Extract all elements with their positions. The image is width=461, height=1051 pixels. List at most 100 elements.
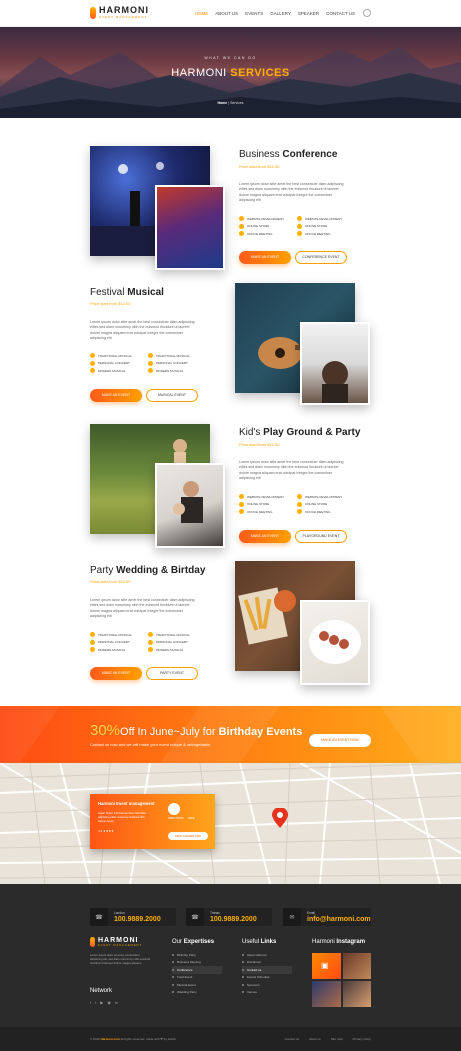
instagram-photo[interactable] — [312, 981, 341, 1007]
bottom-link-sitemap[interactable]: Site map — [331, 1037, 343, 1041]
contact-label: Tronas — [210, 911, 220, 915]
footer-link[interactable]: Conference — [172, 966, 222, 974]
footer-logo[interactable]: HARMONI EVENT MANAGEMENT — [90, 937, 142, 947]
service-description: Lorem ipsum dolor sitte amet the best co… — [239, 460, 344, 480]
copyright-text: all rights reserved, made with ❤ by Jaco… — [120, 1037, 176, 1041]
feature-label: OFFICE MEETING — [247, 509, 273, 514]
check-icon — [90, 368, 95, 373]
make-event-now-button[interactable]: MAKE AN EVENT NOW — [309, 734, 371, 747]
social-links: f t ▶ ◉ in — [90, 1000, 118, 1005]
nav-about[interactable]: ABOUT US — [215, 11, 238, 16]
footer-link[interactable]: Wedding Party — [172, 989, 222, 997]
location-map[interactable] — [0, 763, 461, 884]
directions-link[interactable]: DIRECTIONS — [168, 817, 183, 820]
bottom-link-about[interactable]: About us — [309, 1037, 321, 1041]
family-photo-inset — [155, 463, 225, 548]
musical-event-button[interactable]: MUSICAL EVENT — [146, 389, 198, 402]
link-label: Venues — [247, 990, 258, 995]
check-icon — [297, 216, 302, 221]
directions-icon[interactable] — [168, 803, 180, 815]
footer-link[interactable]: Food Event — [172, 974, 222, 982]
footer-link[interactable]: Venues — [242, 989, 292, 997]
youtube-icon[interactable]: ▶ — [100, 1000, 103, 1005]
instagram-photo[interactable]: ▣ — [312, 953, 341, 979]
check-icon — [148, 632, 153, 637]
useful-links-list: About Harmoni Disclaimer Contact us Even… — [242, 951, 292, 996]
footer-link[interactable]: Events Schedule — [242, 974, 292, 982]
nav-speaker[interactable]: SPEAKER — [298, 11, 319, 16]
footer-link[interactable]: About Harmoni — [242, 951, 292, 959]
conference-event-button[interactable]: CONFERENCE EVENT — [295, 251, 347, 264]
make-event-button[interactable]: MAKE AN EVENT — [239, 530, 291, 543]
footer-link[interactable]: Musical Event — [172, 981, 222, 989]
bottom-links: Contact us About us Site map Privacy pol… — [285, 1037, 371, 1041]
feature-label: MODERN MUSICAL — [156, 368, 184, 373]
bottom-link-contact[interactable]: Contact us — [285, 1037, 299, 1041]
instagram-icon[interactable]: ◉ — [107, 1000, 111, 1005]
copyright: © 2018 Harmoni.com all rights reserved, … — [90, 1037, 176, 1041]
footer-link[interactable]: Business Meeting — [172, 959, 222, 967]
bottom-link-privacy[interactable]: Privacy policy — [353, 1037, 371, 1041]
footer-link[interactable]: Disclaimer — [242, 959, 292, 967]
bullet-icon — [172, 953, 174, 956]
feature-item: WEBSITE DEVELOPMENT — [297, 216, 355, 221]
breadcrumb-home[interactable]: Home — [217, 101, 227, 105]
title-bold: SERVICES — [230, 67, 290, 79]
contact-london: ☎ London 100.9889.2000 — [90, 908, 176, 926]
hero-kicker: WHAT WE CAN DO — [204, 56, 257, 60]
page-title: HARMONI SERVICES — [0, 67, 461, 79]
mail-icon: ✉ — [283, 908, 301, 926]
microphone-icon — [90, 937, 95, 947]
playground-event-button[interactable]: PLAYGROUND EVENT — [295, 530, 347, 543]
title-bold: Wedding & Birtday — [116, 565, 206, 576]
link-label: Sponsors — [247, 982, 260, 987]
bullet-icon — [242, 968, 244, 971]
facebook-icon[interactable]: f — [90, 1000, 91, 1005]
search-icon[interactable] — [363, 9, 371, 17]
feature-label: TRADITIONAL MUSICAL — [156, 632, 190, 637]
instagram-photo[interactable] — [342, 981, 371, 1007]
contact-value[interactable]: 100.9889.2000 — [210, 916, 257, 923]
contact-value[interactable]: info@harmoni.com — [307, 916, 371, 923]
linkedin-icon[interactable]: in — [115, 1000, 118, 1005]
contact-email: ✉ Email info@harmoni.com — [283, 908, 371, 926]
brand-name: HARMONI — [98, 937, 139, 944]
feature-list: WEBSITE DEVELOPMENT WEBSITE DEVELOPMENT … — [239, 494, 355, 514]
site-header: HARMONI EVENT MANAGEMENT HOME ABOUT US E… — [0, 0, 461, 27]
party-event-button[interactable]: PARTY EVENT — [146, 667, 198, 680]
feature-label: WEBSITE DEVELOPMENT — [247, 494, 285, 499]
feature-label: WEBSITE DEVELOPMENT — [247, 216, 285, 221]
expertise-title: Our Expertises — [172, 939, 214, 945]
brand-logo[interactable]: HARMONI EVENT MANAGEMENT — [90, 6, 149, 19]
contact-label: London — [114, 911, 125, 915]
contact-value[interactable]: 100.9889.2000 — [114, 916, 161, 923]
view-larger-map-button[interactable]: VIEW LARGER MAP — [168, 832, 208, 840]
check-icon — [148, 368, 153, 373]
make-event-button[interactable]: MAKE AN EVENT — [90, 667, 142, 680]
nav-contact[interactable]: CONTACT US — [326, 11, 355, 16]
nav-home[interactable]: HOME — [195, 11, 209, 16]
make-event-button[interactable]: MAKE AN EVENT — [239, 251, 291, 264]
feature-list: TRADITIONAL MUSICAL TRADITIONAL MUSICAL … — [90, 353, 206, 373]
nav-gallery[interactable]: GALLERY — [270, 11, 291, 16]
breadcrumb: Home | Services — [0, 101, 461, 105]
feature-label: ONLINE STORE — [305, 502, 328, 506]
footer-link[interactable]: Sponsors — [242, 981, 292, 989]
copyright-brand[interactable]: Harmoni.com — [101, 1037, 120, 1041]
footer-link[interactable]: Contact us — [242, 966, 292, 974]
make-event-button[interactable]: MAKE AN EVENT — [90, 389, 142, 402]
feature-item: TRADITIONAL MUSICAL — [148, 632, 206, 637]
check-icon — [239, 509, 244, 514]
title-light: Business — [239, 149, 280, 160]
brand-tagline: EVENT MANAGEMENT — [99, 15, 148, 19]
page-hero: WHAT WE CAN DO HARMONI SERVICES Home | S… — [0, 27, 461, 118]
twitter-icon[interactable]: t — [95, 1000, 96, 1005]
instagram-photo[interactable] — [342, 953, 371, 979]
feature-item: PERSONAL CONCERT — [148, 639, 206, 645]
nav-events[interactable]: EVENTS — [245, 11, 263, 16]
footer-link[interactable]: Birthday Party — [172, 951, 222, 959]
service-title: Festival Musical — [90, 287, 164, 298]
map-pin-icon[interactable] — [272, 808, 288, 828]
feature-item: WEBSITE DEVELOPMENT — [239, 494, 297, 499]
save-link[interactable]: SAVE — [188, 817, 194, 820]
